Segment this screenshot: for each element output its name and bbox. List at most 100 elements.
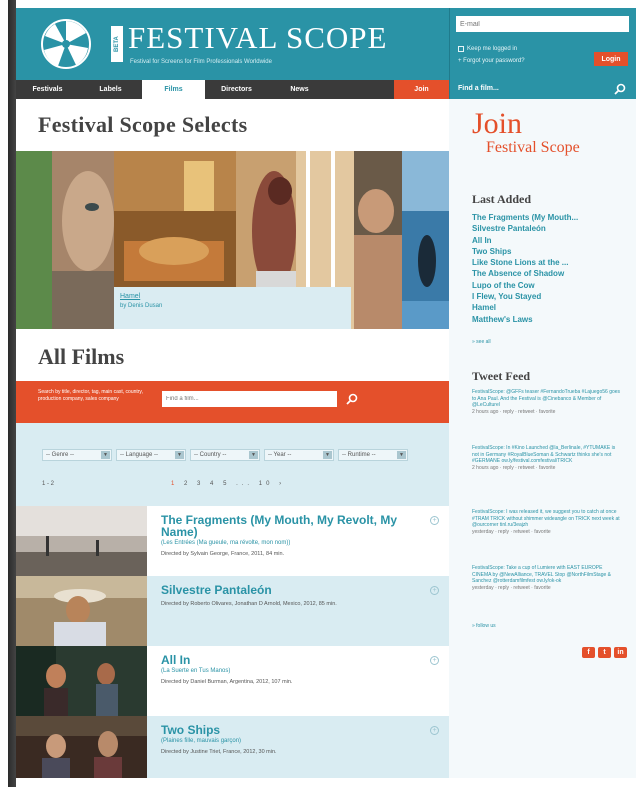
last-added-item[interactable]: Hamel [472, 302, 578, 313]
film-thumbnail-image[interactable] [16, 646, 147, 716]
pagination: 1 2 3 4 5 ... 10 › [171, 481, 285, 487]
film-still-man-image[interactable] [354, 151, 402, 329]
film-title[interactable]: Silvestre Pantaleón [161, 584, 401, 596]
header-search[interactable]: Find a film... [449, 80, 636, 99]
page-link-current[interactable]: 1 [171, 481, 178, 487]
last-added-item[interactable]: Silvestre Pantaleón [472, 223, 578, 234]
year-select-label: -- Year -- [268, 452, 292, 458]
film-list-item[interactable]: All In (La Suerte en Tus Manos) Directed… [16, 646, 449, 716]
last-added-item[interactable]: Lupo of the Cow [472, 280, 578, 291]
beta-badge: BETA [111, 26, 123, 62]
film-info: Silvestre Pantaleón Directed by Roberto … [147, 576, 449, 646]
featured-film-title[interactable]: Hamel [120, 293, 345, 300]
film-info: All In (La Suerte en Tus Manos) Directed… [147, 646, 449, 716]
join-cta-title[interactable]: Join [472, 109, 522, 139]
facebook-icon[interactable]: f [582, 647, 595, 658]
tweet-meta[interactable]: 2 hours ago · reply · retweet · favorite [472, 465, 622, 472]
film-search-hint: Search by title, director, tag, main cas… [38, 389, 143, 402]
sidebar: Join Festival Scope Last Added The Fragm… [449, 99, 636, 778]
remember-me[interactable]: Keep me logged in [458, 46, 517, 52]
tweet-meta[interactable]: yesterday · reply · retweet · favorite [472, 529, 622, 536]
linkedin-icon[interactable]: in [614, 647, 627, 658]
nav-item-news[interactable]: News [268, 80, 331, 99]
nav-item-join[interactable]: Join [394, 80, 449, 99]
film-info: Two Ships (Plaines fille, mauvais garçon… [147, 716, 449, 778]
tweet-text[interactable]: FestivalScope: In #Kino Launched @la_Ber… [472, 445, 622, 465]
film-still-face-image[interactable] [16, 151, 114, 329]
tweet-meta[interactable]: yesterday · reply · retweet · favorite [472, 585, 622, 592]
last-added-item[interactable]: Two Ships [472, 246, 578, 257]
nav-item-films[interactable]: Films [142, 80, 205, 99]
forgot-password-link[interactable]: + Forgot your password? [458, 58, 525, 64]
search-icon[interactable] [614, 83, 626, 95]
runtime-select[interactable]: -- Runtime -- ▼ [338, 449, 408, 461]
last-added-item[interactable]: I Flew, You Stayed [472, 291, 578, 302]
all-films-heading: All Films [38, 344, 125, 369]
last-added-item[interactable]: All In [472, 235, 578, 246]
film-thumbnail-image[interactable] [16, 576, 147, 646]
film-search-input[interactable] [162, 391, 337, 407]
follow-link[interactable]: » follow us [472, 623, 496, 629]
nav-item-festivals[interactable]: Festivals [16, 80, 79, 99]
film-list-item[interactable]: Two Ships (Plaines fille, mauvais garçon… [16, 716, 449, 778]
genre-select[interactable]: -- Genre -- ▼ [42, 449, 112, 461]
add-icon[interactable]: + [430, 656, 439, 665]
nav-item-directors[interactable]: Directors [205, 80, 268, 99]
page-link[interactable]: 10 [259, 481, 274, 487]
tweet-text[interactable]: FestivalScope: I was released it, we sug… [472, 509, 622, 529]
next-page-link[interactable]: › [279, 481, 285, 487]
featured-film-caption[interactable]: Hamel by Denis Dusan [114, 287, 351, 329]
featured-film-subtitle: by Denis Dusan [120, 303, 163, 309]
film-thumbnail-image[interactable] [16, 506, 147, 576]
film-director: Directed by Sylvain George, France, 2011… [161, 551, 285, 557]
film-director: Directed by Justine Triet, France, 2012,… [161, 749, 277, 755]
add-icon[interactable]: + [430, 586, 439, 595]
header-search-placeholder[interactable]: Find a film... [458, 85, 499, 92]
site-tagline: Festival for Screens for Film Profession… [130, 59, 272, 65]
site-logo-text[interactable]: FESTIVAL SCOPE [128, 20, 387, 56]
tweet-meta[interactable]: 2 hours ago · reply · retweet · favorite [472, 409, 622, 416]
see-all-link[interactable]: » see all [472, 339, 491, 345]
film-list-item[interactable]: Silvestre Pantaleón Directed by Roberto … [16, 576, 449, 646]
tweet-text[interactable]: FestivalScope: @GFFs teaser #FernandoTru… [472, 389, 622, 409]
film-title[interactable]: The Fragments (My Mouth, My Revolt, My N… [161, 514, 401, 538]
login-button[interactable]: Login [594, 52, 628, 66]
year-select[interactable]: -- Year -- ▼ [264, 449, 334, 461]
nav-item-labels[interactable]: Labels [79, 80, 142, 99]
site-header: BETA FESTIVAL SCOPE Festival for Screens… [16, 8, 449, 80]
last-added-item[interactable]: Matthew's Laws [472, 314, 578, 325]
page-link[interactable]: 4 [210, 481, 217, 487]
page-link[interactable]: 2 [184, 481, 191, 487]
film-director: Directed by Daniel Burman, Argentina, 20… [161, 679, 293, 685]
main-nav: Festivals Labels Films Directors News Jo… [16, 80, 449, 99]
tweet-text[interactable]: FestivalScope: Take a cup of Lumiere wit… [472, 565, 622, 585]
language-select[interactable]: -- Language -- ▼ [116, 449, 186, 461]
add-icon[interactable]: + [430, 516, 439, 525]
last-added-item[interactable]: The Fragments (My Mouth... [472, 212, 578, 223]
film-info: The Fragments (My Mouth, My Revolt, My N… [147, 506, 449, 576]
remember-checkbox[interactable] [458, 46, 464, 52]
twitter-icon[interactable]: t [598, 647, 611, 658]
film-title[interactable]: All In [161, 654, 401, 666]
film-still-winter-image[interactable] [402, 151, 449, 329]
search-icon[interactable] [346, 393, 358, 405]
country-select[interactable]: -- Country -- ▼ [190, 449, 260, 461]
film-list-item[interactable]: The Fragments (My Mouth, My Revolt, My N… [16, 506, 449, 576]
join-cta-subtitle[interactable]: Festival Scope [486, 139, 580, 157]
page-link[interactable]: 3 [197, 481, 204, 487]
chevron-down-icon: ▼ [323, 451, 332, 459]
tweet-item: FestivalScope: In #Kino Launched @la_Ber… [472, 445, 622, 471]
chevron-down-icon: ▼ [249, 451, 258, 459]
film-title[interactable]: Two Ships [161, 724, 401, 736]
film-thumbnail-image[interactable] [16, 716, 147, 778]
film-reel-logo-icon[interactable] [40, 18, 92, 70]
page-link[interactable]: 5 [223, 481, 230, 487]
add-icon[interactable]: + [430, 726, 439, 735]
film-filters: -- Genre -- ▼ -- Language -- ▼ -- Country … [16, 423, 449, 506]
remember-label: Keep me logged in [467, 46, 518, 52]
last-added-item[interactable]: Like Stone Lions at the ... [472, 257, 578, 268]
social-links: f t in [582, 647, 627, 658]
last-added-item[interactable]: The Absence of Shadow [472, 268, 578, 279]
email-field[interactable] [456, 16, 629, 32]
film-original-title: (Les Entrées (Ma gueule, ma révolte, mon… [161, 540, 291, 546]
